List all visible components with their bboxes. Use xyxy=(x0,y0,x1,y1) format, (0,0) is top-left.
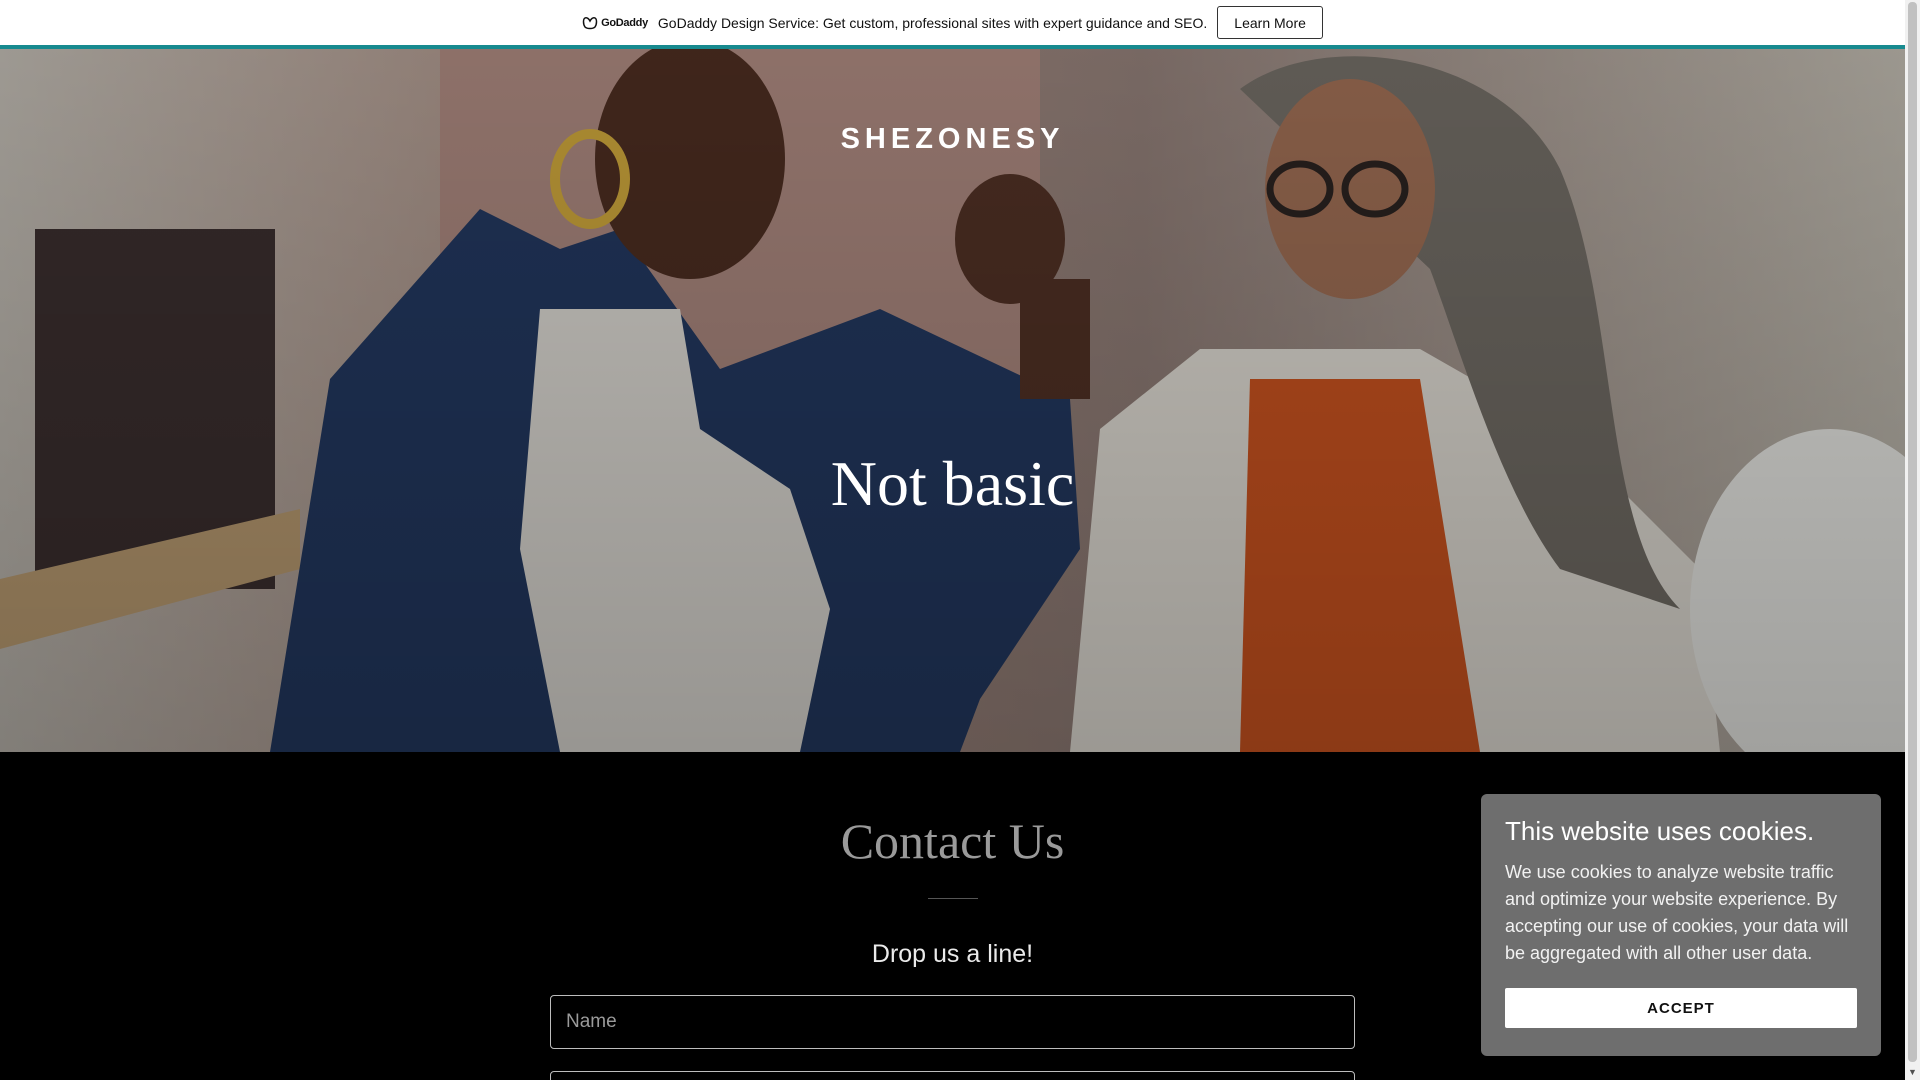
name-field[interactable] xyxy=(550,995,1355,1049)
scrollbar[interactable]: ▼ xyxy=(1905,0,1920,1080)
scroll-down-icon[interactable]: ▼ xyxy=(1905,1065,1920,1080)
godaddy-logo-text: GoDaddy xyxy=(601,16,648,29)
promo-text: GoDaddy Design Service: Get custom, prof… xyxy=(657,14,1208,31)
cookie-text: We use cookies to analyze website traffi… xyxy=(1505,862,1849,963)
section-divider xyxy=(928,898,978,899)
accept-button[interactable]: ACCEPT xyxy=(1505,988,1857,1028)
email-field[interactable] xyxy=(550,1071,1355,1080)
hero-heading: Not basic xyxy=(830,448,1075,519)
cookie-title: This website uses cookies. xyxy=(1505,816,1815,846)
promo-banner: GoDaddy GoDaddy Design Service: Get cust… xyxy=(0,0,1905,45)
scrollbar-thumb[interactable] xyxy=(1908,2,1917,1062)
cookie-banner: This website uses cookies. We use cookie… xyxy=(1481,794,1881,1056)
hero-section: SHEZONESY Not basic xyxy=(0,49,1905,752)
godaddy-icon xyxy=(582,16,598,29)
godaddy-logo: GoDaddy xyxy=(582,16,648,30)
site-title[interactable]: SHEZONESY xyxy=(0,123,1905,156)
learn-more-button[interactable]: Learn More xyxy=(1217,6,1323,39)
